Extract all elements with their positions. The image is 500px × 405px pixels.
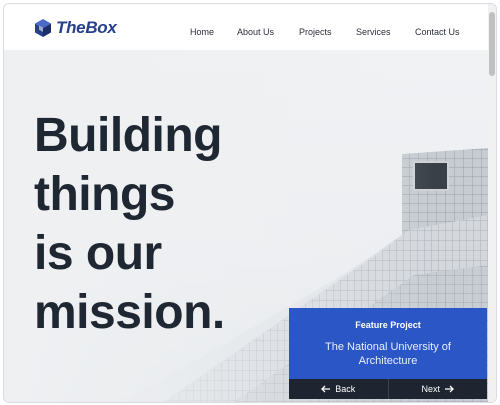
back-button-label: Back — [335, 384, 356, 394]
feature-project-card: Feature Project The National University … — [289, 308, 487, 379]
nav-link-services[interactable]: Services — [356, 27, 391, 37]
brand-name: TheBox — [56, 18, 117, 37]
feature-card-title: Feature Project — [355, 320, 421, 330]
arrow-left-icon — [321, 385, 331, 393]
top-navbar: TheBox Home About Us Projects Services C… — [4, 4, 488, 50]
scrollbar-thumb[interactable] — [489, 12, 495, 76]
headline-line: mission. — [34, 286, 225, 339]
feature-card-subtitle: The National University of Architecture — [325, 341, 451, 367]
next-button[interactable]: Next — [387, 379, 488, 399]
vertical-scrollbar[interactable] — [488, 4, 496, 402]
hero-section: Building things is our mission. Feature … — [4, 50, 488, 402]
nav-link-projects[interactable]: Projects — [299, 27, 332, 37]
nav-link-about[interactable]: About Us — [237, 27, 274, 37]
browser-frame: TheBox Home About Us Projects Services C… — [3, 3, 497, 403]
brand-logo[interactable]: TheBox — [33, 18, 117, 38]
next-button-label: Next — [421, 384, 440, 394]
hero-headline: Building things is our mission. — [34, 106, 294, 342]
nav-link-home[interactable]: Home — [190, 27, 214, 37]
headline-line: things — [34, 168, 175, 221]
headline-line: is our — [34, 227, 162, 280]
nav-link-contact[interactable]: Contact Us — [415, 27, 460, 37]
back-button[interactable]: Back — [289, 379, 388, 399]
feature-card-navigation: Back Next — [289, 379, 487, 399]
arrow-right-icon — [445, 385, 454, 393]
cube-logo-icon — [35, 19, 51, 37]
headline-line: Building — [34, 109, 222, 162]
